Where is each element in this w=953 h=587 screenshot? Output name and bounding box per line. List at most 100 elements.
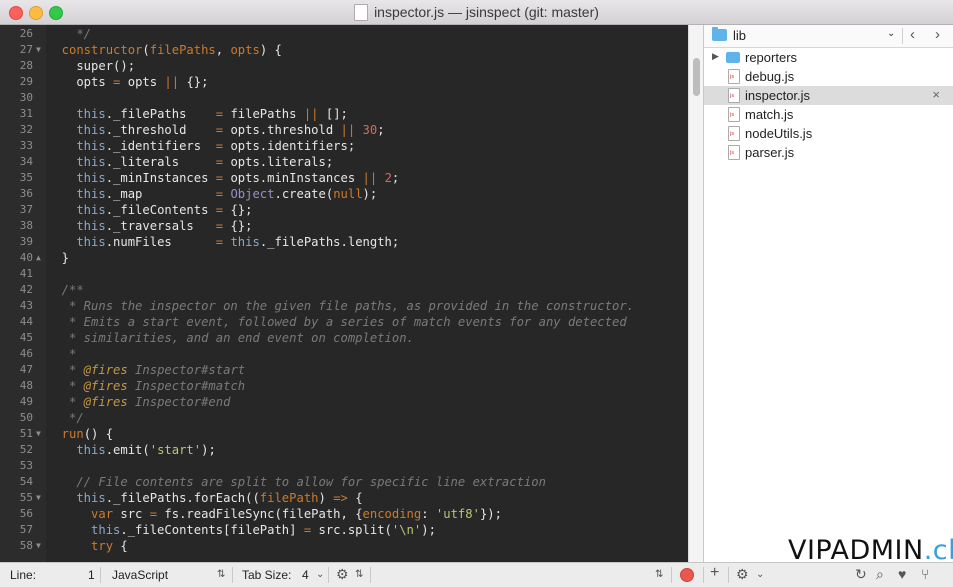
watermark-part2: .club	[923, 535, 953, 566]
code-line[interactable]: 57 this._fileContents[filePath] = src.sp…	[0, 522, 688, 538]
close-icon[interactable]: ×	[932, 87, 940, 102]
code-line[interactable]: 54 // File contents are split to allow f…	[0, 474, 688, 490]
line-number: 37	[19, 203, 33, 216]
code-line[interactable]: 44 * Emits a start event, followed by a …	[0, 314, 688, 330]
disclosure-triangle-icon[interactable]: ▶	[712, 51, 719, 62]
add-icon[interactable]: +	[710, 564, 719, 582]
line-number-field[interactable]: 1	[88, 568, 95, 582]
fold-open-icon[interactable]: ▼	[36, 538, 41, 554]
editor-scrollbar[interactable]	[688, 25, 704, 562]
code-line[interactable]: 46 *	[0, 346, 688, 362]
code-line[interactable]: 41	[0, 266, 688, 282]
chevron-down-icon[interactable]: ⌄	[316, 569, 324, 580]
line-number: 28	[19, 59, 33, 72]
code-line[interactable]: 32 this._threshold = opts.threshold || 3…	[0, 122, 688, 138]
code-line[interactable]: 33 this._identifiers = opts.identifiers;	[0, 138, 688, 154]
code-line[interactable]: 48 * @fires Inspector#match	[0, 378, 688, 394]
code-token: 'start'	[149, 443, 202, 457]
line-number: 39	[19, 235, 33, 248]
sidebar-item-nodeutils[interactable]: nodeUtils.js	[704, 124, 953, 143]
code-token: ._fileContents	[105, 203, 216, 217]
line-number: 52	[19, 443, 33, 456]
sidebar-item-inspector[interactable]: inspector.js ×	[704, 86, 953, 105]
code-line[interactable]: 49 * @fires Inspector#end	[0, 394, 688, 410]
code-line[interactable]: 42 /**	[0, 282, 688, 298]
code-line[interactable]: 40 ▲ }	[0, 250, 688, 266]
code-line[interactable]: 53	[0, 458, 688, 474]
code-text: run() {	[47, 426, 113, 442]
code-token: *	[47, 347, 77, 361]
code-token: '\n'	[391, 523, 422, 537]
code-token: =	[215, 171, 224, 185]
refresh-icon[interactable]: ↻	[855, 566, 867, 583]
code-line[interactable]: 35 this._minInstances = opts.minInstance…	[0, 170, 688, 186]
back-arrow-icon[interactable]: ‹	[910, 26, 915, 43]
fold-close-icon[interactable]: ▲	[36, 250, 41, 266]
sidebar-item-match[interactable]: match.js	[704, 105, 953, 124]
code-line[interactable]: 27 ▼ constructor(filePaths, opts) {	[0, 42, 688, 58]
code-token: // File contents are split to allow for …	[47, 475, 546, 489]
code-line[interactable]: 26 */	[0, 26, 688, 42]
updown-chevron-icon[interactable]: ⇅	[217, 569, 225, 580]
code-line[interactable]: 34 this._literals = opts.literals;	[0, 154, 688, 170]
code-token: opts.threshold	[223, 123, 341, 137]
code-token: ||	[340, 123, 356, 137]
code-token: */	[47, 411, 84, 425]
fold-open-icon[interactable]: ▼	[36, 426, 41, 442]
line-number: 48	[19, 379, 33, 392]
tab-size-value[interactable]: 4	[302, 568, 309, 582]
code-line[interactable]: 31 this._filePaths = filePaths || [];	[0, 106, 688, 122]
current-folder-selector[interactable]: lib	[733, 28, 746, 43]
watermark-logo: VIPADMIN.club	[788, 535, 953, 566]
updown-chevron-icon[interactable]: ⇅	[655, 569, 663, 580]
code-text: super();	[47, 58, 135, 74]
code-line[interactable]: 37 this._fileContents = {};	[0, 202, 688, 218]
line-number: 44	[19, 315, 33, 328]
sidebar-item-debug[interactable]: debug.js	[704, 67, 953, 86]
code-editor[interactable]: 26 */27 ▼ constructor(filePaths, opts) {2…	[0, 25, 688, 562]
code-token: this	[47, 171, 106, 185]
code-line[interactable]: 36 this._map = Object.create(null);	[0, 186, 688, 202]
heart-icon[interactable]: ♥	[898, 566, 906, 582]
line-number: 58	[19, 539, 33, 552]
code-line[interactable]: 45 * similarities, and an end event on c…	[0, 330, 688, 346]
gear-icon[interactable]: ⚙	[336, 566, 349, 583]
code-line[interactable]: 55 ▼ this._filePaths.forEach((filePath) =…	[0, 490, 688, 506]
line-number: 56	[19, 507, 33, 520]
code-line[interactable]: 47 * @fires Inspector#start	[0, 362, 688, 378]
code-token: ._map	[105, 187, 216, 201]
code-text: this._traversals = {};	[47, 218, 252, 234]
gear-icon[interactable]: ⚙	[736, 566, 749, 583]
code-token: filePath	[259, 491, 319, 505]
code-line[interactable]: 51 ▼ run() {	[0, 426, 688, 442]
fold-open-icon[interactable]: ▼	[36, 490, 41, 506]
code-line[interactable]: 28 super();	[0, 58, 688, 74]
code-line[interactable]: 43 * Runs the inspector on the given fil…	[0, 298, 688, 314]
sidebar-item-reporters[interactable]: ▶ reporters	[704, 48, 953, 67]
code-line[interactable]: 29 opts = opts || {};	[0, 74, 688, 90]
chevron-down-icon[interactable]: ⌄	[887, 28, 895, 39]
chevron-down-icon[interactable]: ⌄	[756, 569, 764, 580]
file-browser-header: lib ⌄ ‹ ›	[704, 25, 953, 48]
code-token: this	[47, 219, 106, 233]
fold-open-icon[interactable]: ▼	[36, 42, 41, 58]
code-line[interactable]: 58 ▼ try {	[0, 538, 688, 554]
code-line[interactable]: 56 var src = fs.readFileSync(filePath, {…	[0, 506, 688, 522]
search-icon[interactable]: ⌕	[876, 566, 884, 583]
language-selector[interactable]: JavaScript	[112, 568, 168, 582]
forward-arrow-icon[interactable]: ›	[935, 26, 940, 43]
updown-chevron-icon[interactable]: ⇅	[355, 569, 363, 580]
code-token: ;	[377, 123, 385, 137]
code-line[interactable]: 39 this.numFiles = this._filePaths.lengt…	[0, 234, 688, 250]
code-line[interactable]: 52 this.emit('start');	[0, 442, 688, 458]
git-branch-icon[interactable]: ⑂	[921, 566, 929, 582]
code-line[interactable]: 30	[0, 90, 688, 106]
code-text: this._literals = opts.literals;	[47, 154, 333, 170]
sidebar-item-parser[interactable]: parser.js	[704, 143, 953, 162]
code-line[interactable]: 50 */	[0, 410, 688, 426]
code-token: =>	[333, 491, 348, 505]
code-token: );	[421, 523, 436, 537]
code-line[interactable]: 38 this._traversals = {};	[0, 218, 688, 234]
record-macro-button[interactable]	[680, 568, 694, 582]
editor-scrollbar-thumb[interactable]	[693, 58, 700, 96]
